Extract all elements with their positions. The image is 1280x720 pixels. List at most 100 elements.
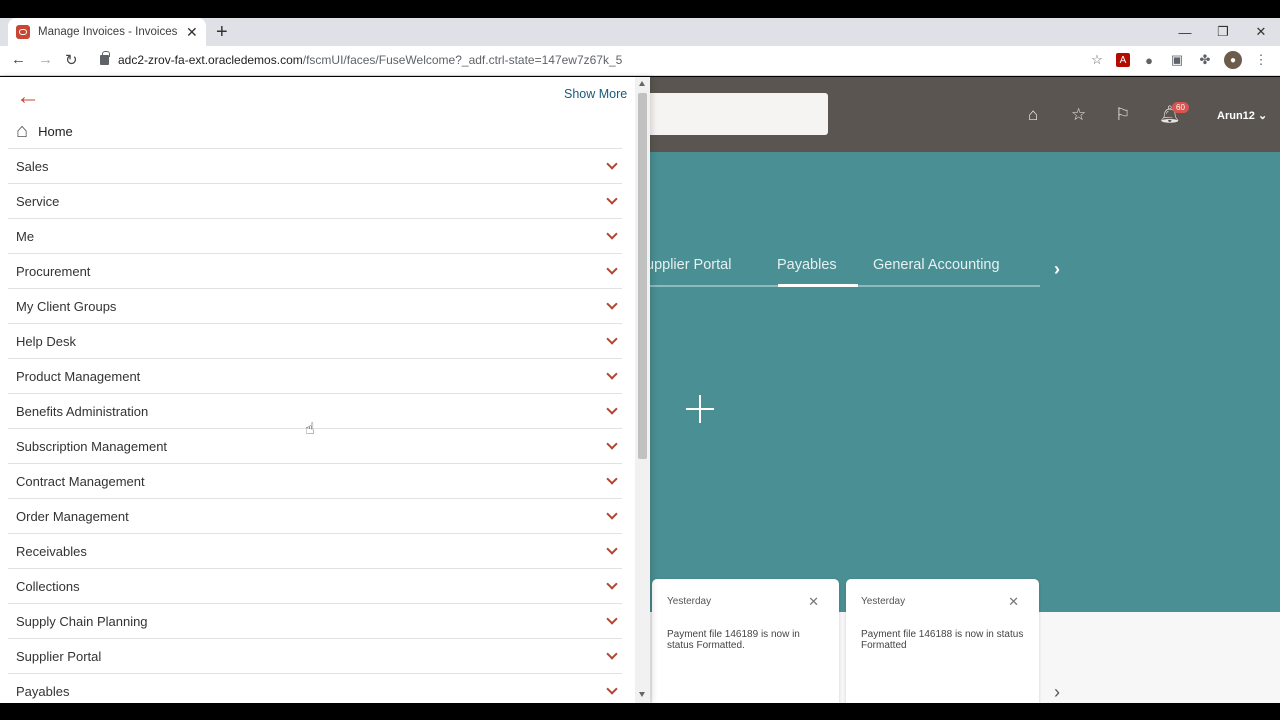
chevron-down-icon	[606, 473, 618, 485]
navigator-item-label: Service	[16, 193, 60, 209]
card-message: Payment file 146188 is now in status For…	[861, 629, 1024, 651]
menu-kebab-icon[interactable]: ⋮	[1252, 51, 1270, 69]
notification-count-badge: 60	[1172, 102, 1189, 113]
flag-icon[interactable]: ⚐	[1115, 105, 1130, 125]
navigator-item-service[interactable]: Service	[8, 183, 622, 218]
add-plus-icon[interactable]	[686, 395, 714, 423]
chevron-down-icon	[606, 368, 618, 380]
navigator-scrollbar[interactable]	[635, 77, 650, 703]
chevron-down-icon	[606, 228, 618, 240]
new-tab-icon[interactable]: +	[216, 21, 228, 44]
scroll-down-icon[interactable]	[639, 692, 645, 697]
oracle-home-background: ⌂ ☆ ⚐ 🔔︎ 60 Arun12 ⌄ upplier Portal Paya…	[646, 77, 1280, 703]
navigator-item-sales[interactable]: Sales	[8, 148, 622, 183]
tab-title: Manage Invoices - Invoices - Oracle	[38, 26, 180, 38]
navigator-item-label: Collections	[16, 578, 80, 594]
cards-next-chevron-icon[interactable]: ›	[1054, 682, 1060, 703]
chevron-down-icon	[606, 333, 618, 345]
notification-card[interactable]: Yesterday ✕ Payment file 146189 is now i…	[652, 579, 839, 703]
global-search-input[interactable]	[650, 93, 828, 135]
hand-cursor-icon: ☝︎	[305, 421, 315, 438]
favorites-star-icon[interactable]: ☆	[1071, 105, 1086, 125]
chevron-down-icon	[606, 613, 618, 625]
scroll-up-icon[interactable]	[639, 81, 645, 86]
chevron-down-icon	[606, 298, 618, 310]
navigator-home-link[interactable]: ⌂ Home	[16, 119, 73, 143]
navigator-item-label: Me	[16, 228, 35, 244]
tab-general-accounting[interactable]: General Accounting	[873, 257, 1000, 273]
circle-extension-icon[interactable]: ●	[1140, 51, 1158, 69]
url-host: adc2-zrov-fa-ext.oracledemos.com	[118, 53, 303, 67]
show-more-link[interactable]: Show More	[564, 87, 627, 101]
pdf-extension-icon[interactable]: A	[1116, 53, 1130, 67]
tab-close-icon[interactable]: ✕	[186, 24, 198, 41]
chevron-down-icon	[606, 438, 618, 450]
navigator-item-collections[interactable]: Collections	[8, 568, 622, 603]
navigator-item-label: Supplier Portal	[16, 648, 102, 664]
grey-extension-icon[interactable]: ▣	[1168, 51, 1186, 69]
chevron-down-icon	[606, 158, 618, 170]
navigator-item-label: Payables	[16, 683, 70, 699]
navigator-item-supply-chain-planning[interactable]: Supply Chain Planning	[8, 603, 622, 638]
navigator-item-label: Sales	[16, 158, 49, 174]
forward-icon[interactable]: →	[38, 51, 53, 68]
navigator-item-contract-management[interactable]: Contract Management	[8, 463, 622, 498]
back-arrow-icon[interactable]: ←	[16, 83, 40, 111]
tab-payables[interactable]: Payables	[777, 257, 837, 273]
navigator-item-label: Benefits Administration	[16, 403, 149, 419]
navigator-item-label: My Client Groups	[16, 298, 117, 314]
chevron-down-icon	[606, 403, 618, 415]
lock-icon	[100, 51, 110, 65]
navigator-item-supplier-portal[interactable]: Supplier Portal	[8, 638, 622, 673]
app-header: ⌂ ☆ ⚐ 🔔︎ 60 Arun12 ⌄	[650, 77, 1280, 152]
navigator-item-label: Receivables	[16, 543, 87, 559]
navigator-item-my-client-groups[interactable]: My Client Groups	[8, 288, 622, 323]
card-message: Payment file 146189 is now in status For…	[667, 629, 800, 651]
navigator-item-label: Procurement	[16, 263, 91, 279]
navigator-item-help-desk[interactable]: Help Desk	[8, 323, 622, 358]
navigator-item-subscription-management[interactable]: Subscription Management	[8, 428, 622, 463]
navigator-item-procurement[interactable]: Procurement	[8, 253, 622, 288]
navigator-item-receivables[interactable]: Receivables	[8, 533, 622, 568]
top-letterbox	[0, 0, 1280, 18]
chevron-down-icon	[606, 578, 618, 590]
bottom-letterbox	[0, 703, 1280, 720]
navigator-item-product-management[interactable]: Product Management	[8, 358, 622, 393]
chevron-down-icon	[606, 543, 618, 555]
navigator-item-label: Contract Management	[16, 473, 145, 489]
profile-avatar-icon[interactable]: ●	[1224, 51, 1242, 69]
navigator-item-label: Product Management	[16, 368, 141, 384]
notification-card[interactable]: Yesterday ✕ Payment file 146188 is now i…	[846, 579, 1039, 703]
navigator-item-label: Subscription Management	[16, 438, 168, 454]
back-icon[interactable]: ←	[11, 51, 26, 68]
home-label: Home	[38, 123, 73, 139]
card-close-icon[interactable]: ✕	[1008, 594, 1019, 610]
card-close-icon[interactable]: ✕	[808, 594, 819, 610]
home-icon[interactable]: ⌂	[1028, 105, 1038, 125]
bookmark-star-icon[interactable]: ☆	[1088, 51, 1106, 69]
navigator-item-me[interactable]: Me	[8, 218, 622, 253]
oracle-favicon-icon	[16, 25, 30, 39]
active-tab-underline	[778, 284, 858, 287]
tab-supplier-portal[interactable]: upplier Portal	[646, 257, 731, 273]
chevron-down-icon	[606, 193, 618, 205]
browser-tab-bar: Manage Invoices - Invoices - Oracle ✕ + …	[0, 18, 1280, 46]
tabs-next-chevron-icon[interactable]: ›	[1054, 259, 1060, 280]
browser-tab[interactable]: Manage Invoices - Invoices - Oracle ✕	[8, 18, 206, 46]
chevron-down-icon	[606, 508, 618, 520]
navigator-panel: ← Show More ⌂ Home Sales Service Me Proc…	[0, 77, 650, 703]
chevron-down-icon	[606, 263, 618, 275]
reload-icon[interactable]: ↻	[65, 51, 78, 69]
navigator-item-order-management[interactable]: Order Management	[8, 498, 622, 533]
scroll-thumb[interactable]	[638, 93, 647, 459]
navigator-list: Sales Service Me Procurement My Client G…	[8, 148, 622, 708]
user-menu[interactable]: Arun12 ⌄	[1217, 109, 1267, 122]
puzzle-extensions-icon[interactable]: ✤	[1196, 51, 1214, 69]
restore-icon[interactable]: ❐	[1204, 18, 1242, 46]
url-field[interactable]: adc2-zrov-fa-ext.oracledemos.com/fscmUI/…	[100, 51, 622, 67]
navigator-item-label: Help Desk	[16, 333, 76, 349]
navigator-item-label: Supply Chain Planning	[16, 613, 148, 629]
close-window-icon[interactable]: ✕	[1242, 18, 1280, 46]
minimize-icon[interactable]: —	[1166, 18, 1204, 46]
navigator-item-benefits-administration[interactable]: Benefits Administration	[8, 393, 622, 428]
